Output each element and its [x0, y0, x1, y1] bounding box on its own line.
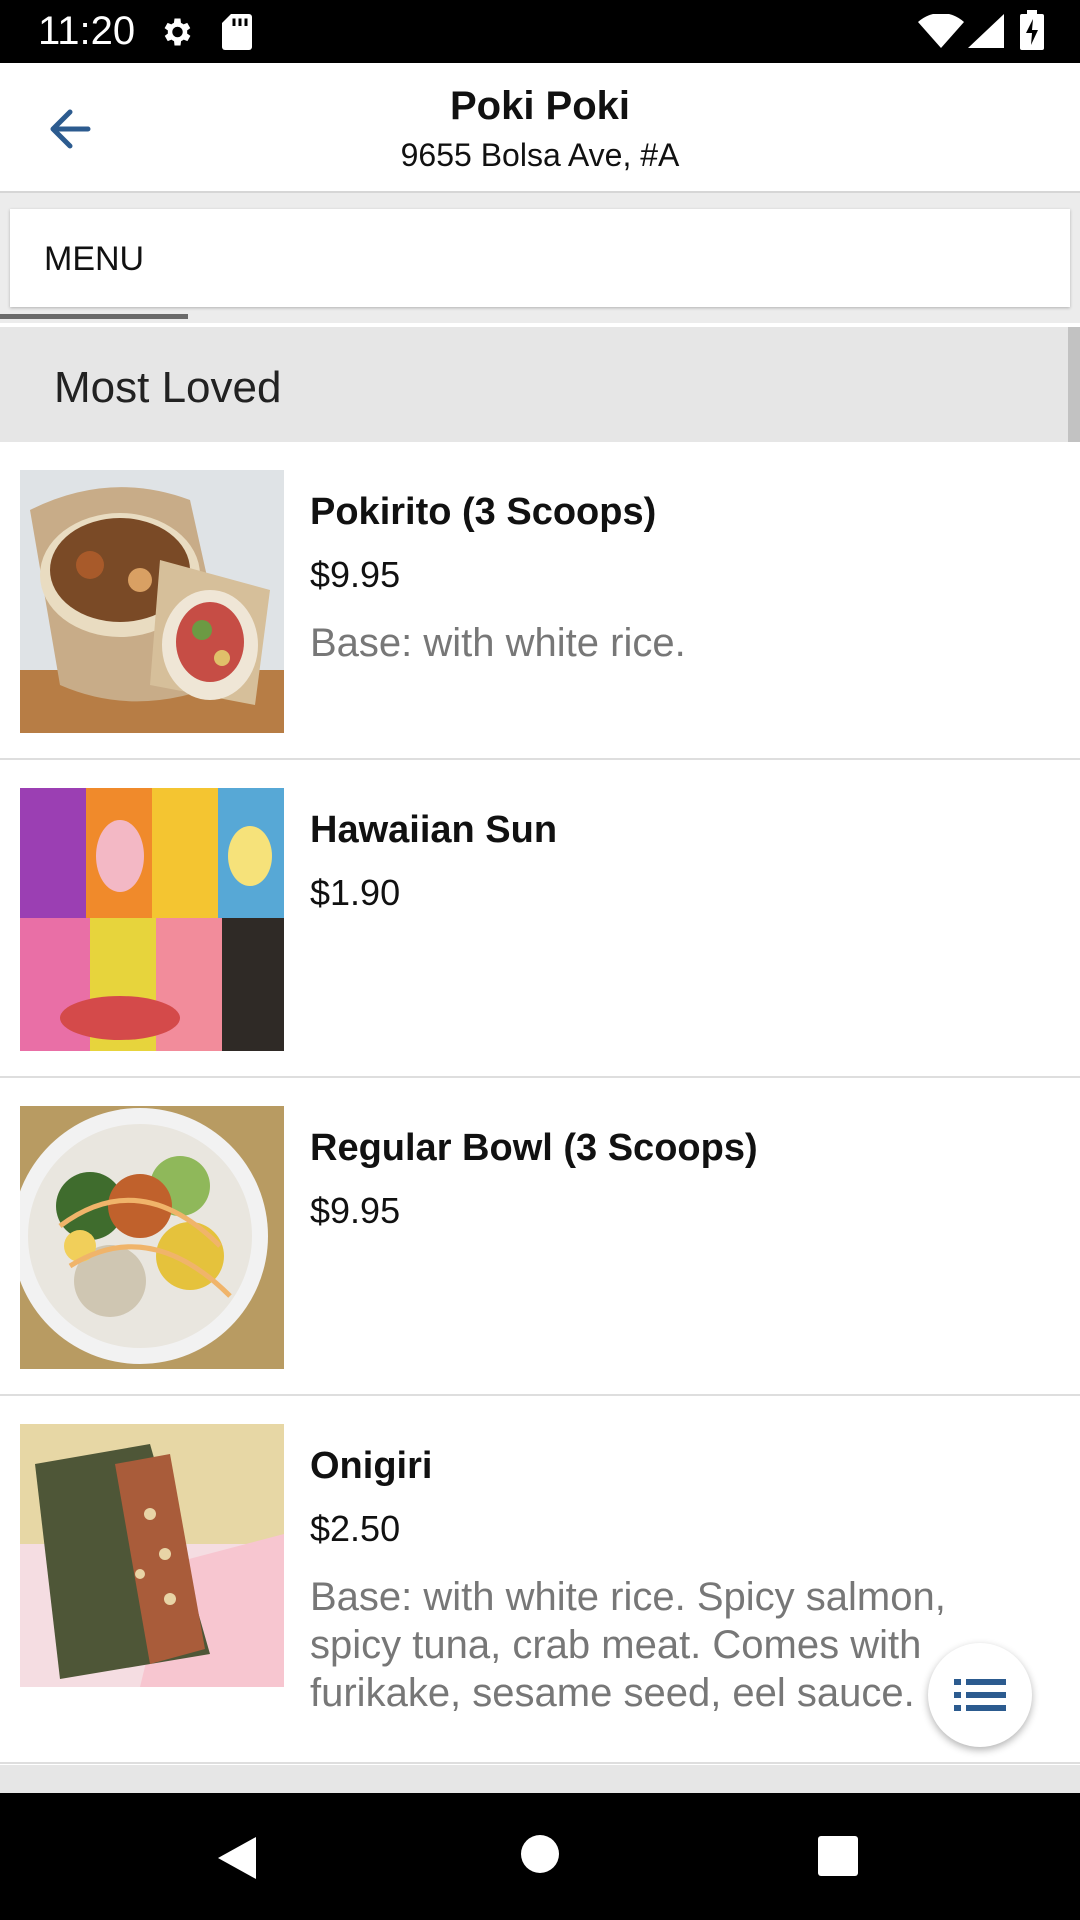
pokirito-photo [20, 470, 284, 733]
tab-indicator [0, 314, 188, 319]
item-price: $1.90 [310, 872, 401, 913]
battery-icon [1020, 10, 1044, 50]
item-price: $9.95 [310, 1190, 401, 1231]
system-nav-bar [0, 1793, 1080, 1920]
item-name: Pokirito (3 Scoops) [310, 491, 657, 533]
status-bar: 11:20 [0, 0, 1080, 63]
menu-item[interactable]: Pokirito (3 Scoops) $9.95 Base: with whi… [0, 442, 1080, 760]
item-name: Onigiri [310, 1445, 433, 1487]
item-name: Hawaiian Sun [310, 809, 558, 851]
section-title: Most Loved [54, 363, 282, 412]
menu-list[interactable]: Most Loved Pokirito (3 Scoops) $9.95 Bas… [0, 323, 1080, 1793]
tab-menu[interactable]: MENU [10, 209, 1070, 307]
onigiri-photo [20, 1424, 284, 1687]
home-circle-icon[interactable] [519, 1833, 561, 1875]
list-end-divider [0, 1765, 1080, 1793]
item-description: Base: with white rice. [310, 621, 686, 665]
item-price: $2.50 [310, 1508, 401, 1549]
section-header: Most Loved [0, 327, 1080, 442]
restaurant-name: Poki Poki [449, 84, 631, 128]
hawaiian-sun-cans-photo [20, 788, 284, 1051]
tab-bar: MENU [0, 193, 1080, 323]
menu-item[interactable]: Regular Bowl (3 Scoops) $9.95 [0, 1078, 1080, 1396]
gear-icon [164, 18, 191, 46]
item-name: Regular Bowl (3 Scoops) [310, 1127, 758, 1169]
cell-signal-icon [968, 14, 1004, 48]
list-icon [954, 1679, 1006, 1711]
menu-item[interactable]: Hawaiian Sun $1.90 [0, 760, 1080, 1078]
wifi-icon [918, 14, 964, 48]
menu-item[interactable]: Onigiri $2.50 Base: with white rice. Spi… [0, 1396, 1080, 1764]
back-triangle-icon[interactable] [214, 1835, 260, 1881]
item-description: Base: with white rice. Spicy salmon, spi… [310, 1575, 946, 1715]
tab-menu-label: MENU [44, 240, 145, 278]
menu-categories-button[interactable] [928, 1643, 1032, 1747]
restaurant-address: 9655 Bolsa Ave, #A [400, 137, 680, 173]
app-bar: Poki Poki 9655 Bolsa Ave, #A [0, 63, 1080, 193]
status-time: 11:20 [38, 9, 136, 53]
poke-bowl-photo [20, 1106, 284, 1369]
sd-card-icon [222, 14, 252, 50]
item-price: $9.95 [310, 554, 401, 595]
recents-square-icon[interactable] [818, 1836, 858, 1876]
